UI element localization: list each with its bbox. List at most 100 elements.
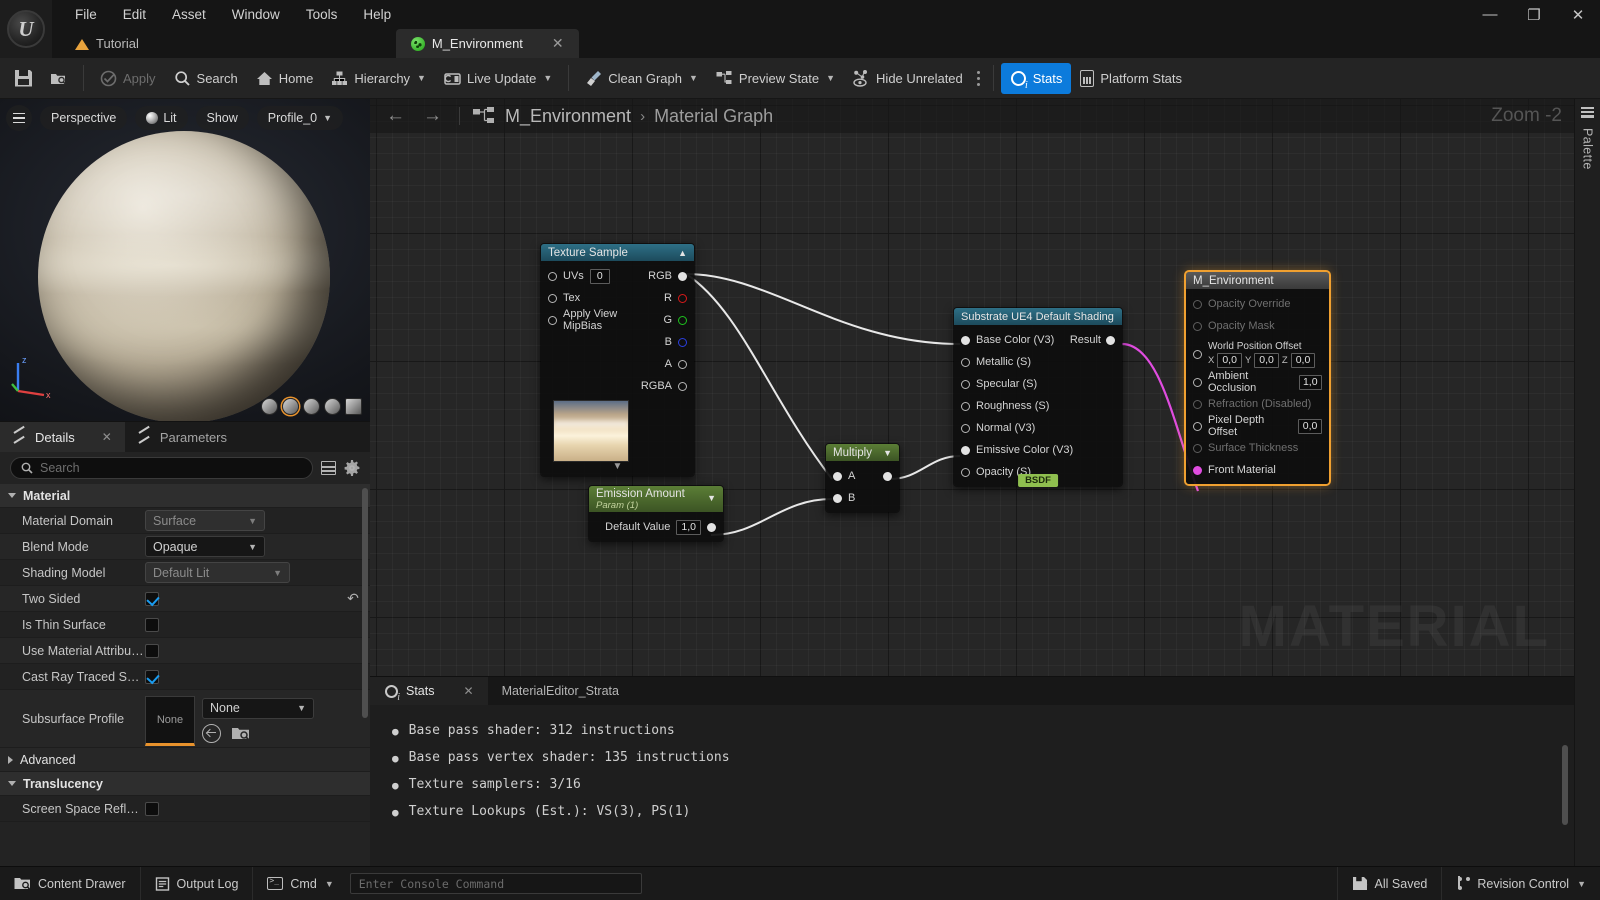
menu-asset[interactable]: Asset — [159, 4, 219, 25]
use-selected-asset-icon[interactable] — [202, 723, 221, 743]
pin-a[interactable]: A — [826, 465, 899, 487]
tab-close-icon[interactable]: ✕ — [552, 35, 564, 52]
viewport-show-button[interactable]: Show — [195, 106, 249, 130]
nav-forward-button[interactable]: → — [419, 105, 446, 127]
menu-edit[interactable]: Edit — [110, 4, 159, 25]
pin-default-value[interactable]: Default Value 1,0 — [589, 516, 723, 538]
pin-uvs[interactable]: UVs 0 — [541, 265, 638, 287]
wpo-y-value[interactable]: 0,0 — [1254, 352, 1279, 368]
pixel-depth-offset-value[interactable]: 0,0 — [1298, 418, 1322, 434]
tab-parameters[interactable]: Parameters — [125, 422, 240, 452]
property-screen-space-reflections[interactable]: Screen Space Reflecti… — [0, 796, 370, 822]
stats-toggle-button[interactable]: Stats — [1000, 62, 1072, 94]
pin-b[interactable]: B — [638, 331, 694, 353]
pin-g[interactable]: G — [638, 309, 694, 331]
pin-icon[interactable] — [1193, 349, 1202, 359]
platform-stats-button[interactable]: Platform Stats — [1071, 63, 1191, 94]
details-property-list[interactable]: Material Material Domain Surface ▼ Blend… — [0, 484, 370, 866]
material-preview-viewport[interactable]: Perspective Lit Show Profile_0 ▼ z x — [0, 99, 370, 421]
menu-window[interactable]: Window — [219, 4, 293, 25]
node-multiply-header[interactable]: Multiply ▼ — [826, 444, 899, 461]
clean-graph-button[interactable]: Clean Graph ▼ — [576, 63, 707, 94]
menu-help[interactable]: Help — [350, 4, 404, 25]
material-graph-canvas[interactable]: ← → M_Environment › Material Graph Zoom … — [370, 99, 1574, 676]
property-blend-mode[interactable]: Blend Mode Opaque ▼ — [0, 534, 370, 560]
property-is-thin-surface[interactable]: Is Thin Surface — [0, 612, 370, 638]
pin-icon[interactable] — [548, 293, 557, 303]
unreal-logo[interactable]: U — [0, 0, 52, 58]
pin-ambient-occlusion[interactable]: Ambient Occlusion 1,0 — [1186, 370, 1329, 394]
plane-icon[interactable] — [303, 398, 320, 415]
save-button[interactable] — [6, 63, 41, 94]
ambient-occlusion-value[interactable]: 1,0 — [1298, 374, 1322, 390]
preview-state-button[interactable]: Preview State ▼ — [707, 63, 844, 94]
viewport-lit-button[interactable]: Lit — [135, 106, 188, 130]
pin-icon[interactable] — [961, 423, 970, 433]
group-header-translucency[interactable]: Translucency — [0, 772, 370, 796]
shading-model-combo[interactable]: Default Lit ▼ — [145, 562, 290, 583]
pin-icon[interactable] — [678, 271, 687, 281]
chevron-up-icon[interactable]: ▲ — [678, 248, 687, 258]
nav-back-button[interactable]: ← — [382, 105, 409, 127]
breadcrumb-root[interactable]: M_Environment — [505, 106, 631, 127]
sphere-cylinder-icon[interactable] — [261, 398, 278, 415]
gear-icon[interactable] — [344, 460, 360, 476]
pin-icon[interactable] — [678, 293, 687, 303]
cast-ray-traced-shadows-checkbox[interactable] — [145, 669, 159, 684]
pin-surface-thickness[interactable]: Surface Thickness — [1186, 437, 1329, 459]
close-window-button[interactable]: ✕ — [1556, 0, 1600, 29]
pin-icon[interactable] — [961, 357, 970, 367]
pin-r[interactable]: R — [638, 287, 694, 309]
pin-icon[interactable] — [961, 401, 970, 411]
tab-m-environment[interactable]: M_Environment ✕ — [395, 29, 579, 58]
hierarchy-button[interactable]: Hierarchy ▼ — [322, 63, 435, 94]
node-m-environment-output[interactable]: M_Environment Opacity Override Opacity M… — [1184, 270, 1331, 486]
tab-stats[interactable]: Stats ✕ — [370, 677, 488, 705]
pin-icon[interactable] — [961, 379, 970, 389]
pin-default-value-box[interactable]: 1,0 — [676, 519, 701, 535]
all-saved-button[interactable]: All Saved — [1336, 866, 1442, 900]
pin-icon[interactable] — [1106, 335, 1115, 345]
browse-to-asset-button[interactable] — [41, 63, 76, 94]
node-substrate-ue4-default-shading[interactable]: Substrate UE4 Default Shading Base Color… — [953, 307, 1123, 487]
pin-icon[interactable] — [1193, 299, 1202, 309]
pin-icon[interactable] — [961, 335, 970, 345]
custom-mesh-icon[interactable] — [345, 398, 362, 415]
pin-icon[interactable] — [833, 493, 842, 503]
chevron-down-icon[interactable]: ▼ — [707, 488, 716, 503]
chevron-down-icon[interactable]: ▼ — [541, 462, 694, 473]
pin-front-material[interactable]: Front Material — [1186, 459, 1329, 481]
sphere-icon[interactable] — [282, 398, 299, 415]
pin-opacity-override[interactable]: Opacity Override — [1186, 293, 1329, 315]
group-header-advanced[interactable]: Advanced — [0, 748, 370, 772]
pin-world-position-offset[interactable]: World Position Offset X 0,0 Y 0,0 Z 0,0 — [1186, 337, 1329, 371]
pin-metallic[interactable]: Metallic (S) — [954, 351, 1122, 373]
chevron-down-icon[interactable]: ▼ — [883, 448, 892, 458]
pin-icon[interactable] — [961, 445, 970, 455]
node-emission-amount[interactable]: Emission Amount Param (1) ▼ Default Valu… — [588, 485, 724, 542]
pin-uvs-value[interactable]: 0 — [589, 268, 610, 284]
wpo-z-value[interactable]: 0,0 — [1290, 352, 1316, 368]
cube-icon[interactable] — [324, 398, 341, 415]
pin-roughness[interactable]: Roughness (S) — [954, 395, 1122, 417]
pin-icon[interactable] — [1193, 377, 1202, 387]
node-emission-amount-header[interactable]: Emission Amount Param (1) ▼ — [589, 486, 723, 512]
output-log-button[interactable]: Output Log — [141, 866, 254, 900]
node-multiply[interactable]: Multiply ▼ A B — [825, 443, 900, 513]
palette-sidebar[interactable]: Palette — [1574, 99, 1600, 866]
property-material-domain[interactable]: Material Domain Surface ▼ — [0, 508, 370, 534]
node-output-header[interactable]: M_Environment — [1186, 272, 1329, 289]
group-header-material[interactable]: Material — [0, 484, 370, 508]
apply-button[interactable]: Apply — [91, 63, 165, 94]
pin-apply-view-mipbias[interactable]: Apply View MipBias — [541, 308, 638, 332]
pin-opacity-mask[interactable]: Opacity Mask — [1186, 315, 1329, 337]
revision-control-button[interactable]: Revision Control ▼ — [1441, 866, 1600, 900]
menu-file[interactable]: File — [62, 4, 110, 25]
content-drawer-button[interactable]: Content Drawer — [0, 866, 141, 900]
pin-icon[interactable] — [961, 467, 970, 477]
search-button[interactable]: Search — [165, 63, 247, 94]
screen-space-reflections-checkbox[interactable] — [145, 801, 159, 816]
pin-a[interactable]: A — [638, 353, 694, 375]
pin-emissive-color[interactable]: Emissive Color (V3) — [954, 439, 1122, 461]
revert-icon[interactable]: ↶ — [344, 590, 362, 607]
